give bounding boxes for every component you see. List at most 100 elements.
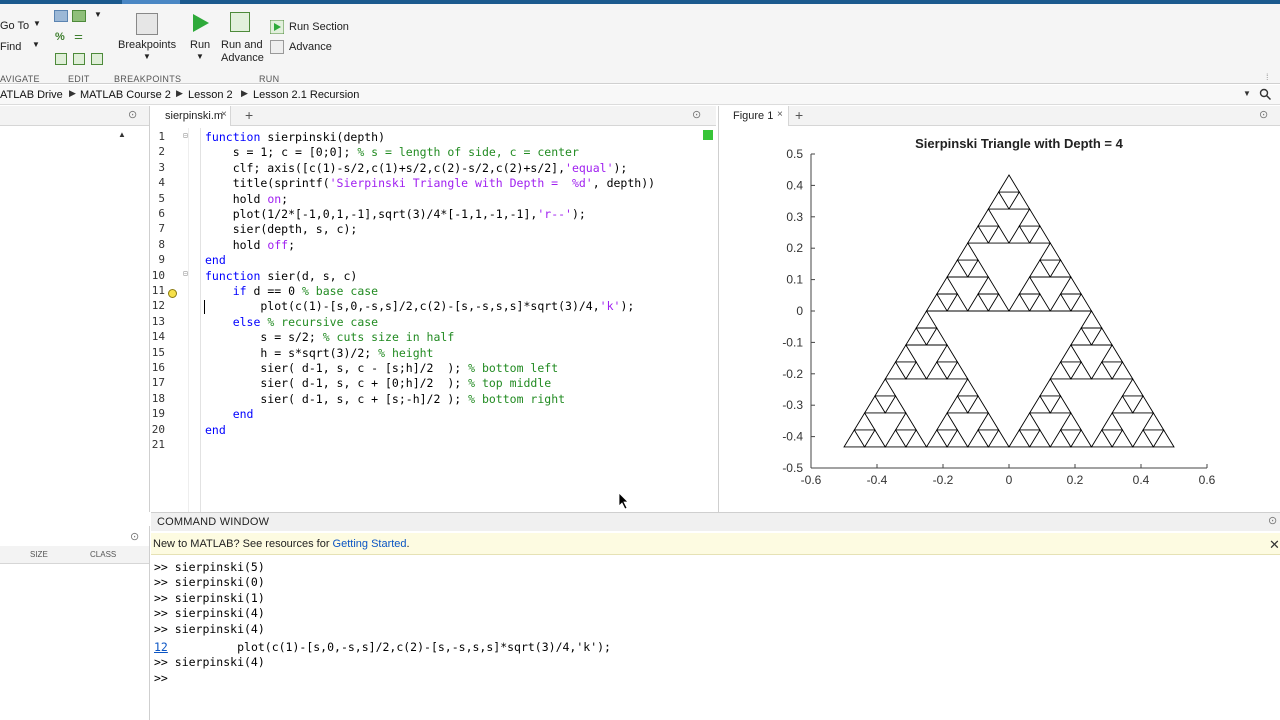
code-line[interactable]: hold on; [205,192,288,206]
run-section-button[interactable]: Run Section [289,21,349,33]
line-number[interactable]: 16 [151,361,165,374]
code-line[interactable]: end [205,407,254,421]
advance-icon[interactable] [270,40,284,54]
code-line[interactable]: plot(1/2*[-1,0,1,-1],sqrt(3)/4*[-1,1,-1,… [205,207,586,221]
line-number[interactable]: 4 [151,176,165,189]
code-line[interactable]: plot(c(1)-[s,0,-s,s]/2,c(2)-[s,-s,s,s]*s… [205,299,634,313]
line-number[interactable]: 8 [151,238,165,251]
size-column-header[interactable]: SIZE [30,550,48,559]
code-line[interactable]: sier(depth, s, c); [205,222,358,236]
line-number[interactable]: 3 [151,161,165,174]
class-column-header[interactable]: CLASS [90,550,116,559]
code-line[interactable]: hold off; [205,238,295,252]
insert-dropdown-icon[interactable]: ▼ [94,10,102,19]
code-analyzer-status-icon[interactable] [703,130,713,140]
collapse-ribbon-icon[interactable]: ⁞ [1266,72,1280,84]
debug-line[interactable]: 12 plot(c(1)-[s,0,-s,s]/2,c(2)-[s,-s,s,s… [154,640,611,654]
breakpoint-marker-icon[interactable] [168,289,177,298]
line-number-gutter[interactable]: 1 2 3 4 5 6 7 8 9 10 11 12 13 14 15 16 17 18 19 20 21 [151,128,201,512]
search-icon[interactable] [1259,88,1272,101]
uncomment-icon[interactable]: ⚌ [74,31,83,42]
line-number[interactable]: 11 [151,284,165,297]
code-line[interactable]: if d == 0 % base case [205,284,378,298]
command-history-line[interactable]: >> sierpinski(4) [154,655,265,669]
line-number[interactable]: 21 [151,438,165,451]
code-line[interactable]: title(sprintf('Sierpinski Triangle with … [205,176,655,190]
smart-indent-icon[interactable] [91,53,103,65]
insert-icon[interactable] [54,10,68,22]
line-number[interactable]: 2 [151,145,165,158]
breadcrumb-item[interactable]: Lesson 2.1 Recursion [253,89,359,101]
line-number[interactable]: 15 [151,346,165,359]
find-dropdown-icon[interactable]: ▼ [32,40,40,49]
debug-line-link[interactable]: 12 [154,640,168,654]
code-line[interactable]: sier( d-1, s, c + [0;h]/2 ); % top middl… [205,376,551,390]
line-number[interactable]: 14 [151,330,165,343]
run-dropdown-icon[interactable]: ▼ [196,52,204,61]
line-number[interactable]: 17 [151,376,165,389]
line-number[interactable]: 18 [151,392,165,405]
indent-icon[interactable] [55,53,67,65]
editor-options-icon[interactable]: ⊙ [692,108,701,121]
line-number[interactable]: 9 [151,253,165,266]
line-number[interactable]: 6 [151,207,165,220]
command-history-line[interactable]: >> sierpinski(1) [154,591,265,605]
code-line[interactable]: end [205,423,226,437]
fold-toggle-icon[interactable]: ⊟ [183,131,188,140]
figure-options-icon[interactable]: ⊙ [1259,108,1268,121]
close-figure-icon[interactable]: × [777,109,783,120]
line-number[interactable]: 1 [151,130,165,143]
command-window[interactable]: COMMAND WINDOW ⊙ New to MATLAB? See reso… [151,512,1280,720]
unindent-icon[interactable] [73,53,85,65]
workspace-options-icon[interactable]: ⊙ [130,530,139,543]
code-line[interactable]: h = s*sqrt(3)/2; % height [205,346,433,360]
breakpoints-icon[interactable] [136,13,158,35]
line-number[interactable]: 10 [151,269,165,282]
tab-sierpinski-m[interactable]: sierpinski.m × [151,106,231,126]
sierpinski-plot[interactable]: Sierpinski Triangle with Depth = 4-0.6 -0… [719,128,1280,512]
fold-toggle-icon[interactable]: ⊟ [183,269,188,278]
breadcrumb-item[interactable]: Lesson 2 [188,89,233,101]
command-history-line[interactable]: >> sierpinski(4) [154,606,265,620]
find-button[interactable]: Find [0,41,21,53]
goto-dropdown-icon[interactable]: ▼ [33,19,41,28]
command-history-line[interactable]: >> sierpinski(5) [154,560,265,574]
goto-button[interactable]: Go To [0,20,29,32]
code-line[interactable]: else % recursive case [205,315,378,329]
line-number[interactable]: 13 [151,315,165,328]
line-number[interactable]: 19 [151,407,165,420]
code-line[interactable]: function sier(d, s, c) [205,269,357,283]
close-tab-icon[interactable]: × [221,109,227,120]
run-and-advance-button[interactable]: Run and [221,39,263,51]
code-line[interactable]: function sierpinski(depth) [205,130,385,144]
command-history-line[interactable]: >> sierpinski(4) [154,622,265,636]
code-line[interactable]: sier( d-1, s, c - [s;h]/2 ); % bottom le… [205,361,558,375]
code-line[interactable]: s = s/2; % cuts size in half [205,330,454,344]
command-window-options-icon[interactable]: ⊙ [1268,514,1277,527]
line-number[interactable]: 5 [151,192,165,205]
advance-button[interactable]: Advance [289,41,332,53]
code-line[interactable]: sier( d-1, s, c + [s;-h]/2 ); % bottom r… [205,392,565,406]
breadcrumb-item[interactable]: ATLAB Drive [0,89,63,101]
breakpoints-dropdown-icon[interactable]: ▼ [143,52,151,61]
folder-dropdown-icon[interactable]: ▼ [1243,89,1251,98]
close-notice-icon[interactable]: ✕ [1269,537,1280,553]
pane-options-icon[interactable]: ⊙ [128,108,137,121]
run-button[interactable]: Run [190,39,210,51]
fx-icon[interactable] [72,10,86,22]
code-line[interactable]: s = 1; c = [0;0]; % s = length of side, … [205,145,579,159]
code-line[interactable]: end [205,253,226,267]
line-number[interactable]: 7 [151,222,165,235]
line-number[interactable]: 12 [151,299,165,312]
tab-figure-1[interactable]: Figure 1 × [719,106,789,126]
code-editor[interactable]: 1 2 3 4 5 6 7 8 9 10 11 12 13 14 15 16 17 18 19 20 21 functi… [151,128,716,512]
new-tab-icon[interactable]: + [245,107,253,123]
line-number[interactable]: 20 [151,423,165,436]
getting-started-link[interactable]: Getting Started [333,538,407,550]
run-and-advance-icon[interactable] [230,12,250,32]
sort-arrow-icon[interactable]: ▲ [118,130,126,139]
run-section-icon[interactable] [270,20,284,34]
breadcrumb-item[interactable]: MATLAB Course 2 [80,89,171,101]
run-icon[interactable] [190,13,210,33]
comment-icon[interactable]: % [55,31,65,43]
